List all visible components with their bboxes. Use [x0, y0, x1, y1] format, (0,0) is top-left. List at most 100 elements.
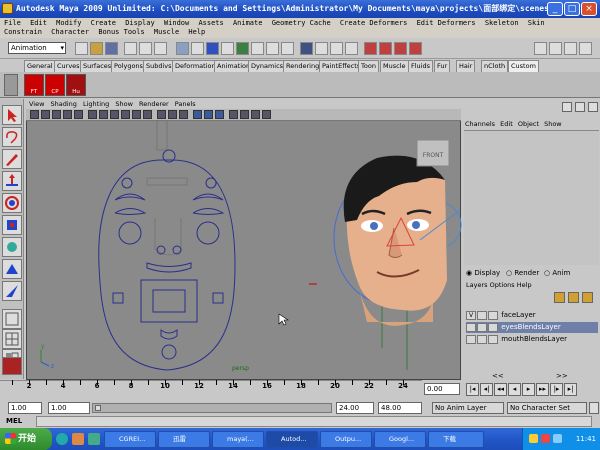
render-current-icon[interactable]	[379, 42, 392, 55]
select-tool-icon[interactable]	[2, 105, 22, 125]
quicklaunch-desktop-icon[interactable]	[88, 433, 100, 445]
play-forwards-icon[interactable]: ▸	[522, 383, 535, 396]
close-button[interactable]: ×	[581, 2, 597, 16]
layer-mode-display[interactable]: ◉ Display	[466, 268, 500, 278]
grid-icon[interactable]	[74, 110, 83, 119]
shelf-tab-muscle[interactable]: Muscle	[380, 60, 409, 72]
task-google[interactable]: Googl...	[374, 431, 426, 448]
shelf-button-cp[interactable]: CP	[45, 74, 65, 96]
select-surface-icon[interactable]	[221, 42, 234, 55]
layer-scroll-right-icon[interactable]: >>	[556, 372, 568, 380]
layer-visibility[interactable]	[466, 322, 476, 332]
new-layer-selected-icon[interactable]	[568, 292, 579, 303]
shadows-icon[interactable]	[215, 110, 224, 119]
new-layer-icon[interactable]	[554, 292, 565, 303]
select-curve-icon[interactable]	[206, 42, 219, 55]
shelf-tab-fluids[interactable]: Fluids	[408, 60, 433, 72]
shelf-tab-curves[interactable]: Curves	[54, 60, 83, 72]
layer-color[interactable]	[488, 322, 498, 332]
soft-mod-tool-icon[interactable]	[2, 281, 22, 301]
menu-display[interactable]: Display	[125, 19, 155, 28]
shelf-tab-toon[interactable]: Toon	[358, 60, 379, 72]
menu-skeleton[interactable]: Skeleton	[485, 19, 519, 28]
xray-icon[interactable]	[251, 110, 260, 119]
layer-row[interactable]: eyesBlendsLayer	[466, 322, 598, 333]
channel-menu-edit[interactable]: Edit	[500, 120, 513, 128]
layer-mode-anim[interactable]: ○ Anim	[544, 268, 570, 278]
layer-options-icon[interactable]	[582, 292, 593, 303]
menu-geometry-cache[interactable]: Geometry Cache	[272, 19, 331, 28]
end-time-field[interactable]: 48.00	[378, 402, 422, 414]
panel-toggle-icon[interactable]	[575, 102, 585, 112]
shelf-tab-surfaces[interactable]: Surfaces	[80, 60, 115, 72]
lasso-tool-icon[interactable]	[2, 127, 22, 147]
step-back-key-icon[interactable]: ◂◂	[494, 383, 507, 396]
bookmarks-icon[interactable]	[52, 110, 61, 119]
shelf-tab-ncloth[interactable]: nCloth	[481, 60, 509, 72]
channel-menu-object[interactable]: Object	[518, 120, 539, 128]
gate-mask-icon[interactable]	[110, 110, 119, 119]
select-deformation-icon[interactable]	[236, 42, 249, 55]
layout-four-icon[interactable]	[2, 329, 22, 349]
tray-antivirus-icon[interactable]	[541, 434, 550, 443]
select-rendering-icon[interactable]	[266, 42, 279, 55]
shelf-tab-custom[interactable]: Custom	[508, 60, 539, 72]
layer-scroll-left-icon[interactable]: <<	[492, 372, 504, 380]
minimize-button[interactable]: _	[547, 2, 563, 16]
module-selector[interactable]: Animation ▾	[8, 42, 66, 54]
manipulator-tool-icon[interactable]	[2, 237, 22, 257]
shelf-tab-deformation[interactable]: Deformation	[172, 60, 219, 72]
shelf-menu-icon[interactable]	[4, 74, 18, 96]
command-line-input[interactable]	[36, 416, 592, 427]
toggle-channel-box-icon[interactable]	[564, 42, 577, 55]
select-camera-icon[interactable]	[30, 110, 39, 119]
isolate-select-icon[interactable]	[240, 110, 249, 119]
layer-type[interactable]	[477, 334, 487, 344]
layer-row[interactable]: V faceLayer	[466, 310, 598, 321]
menu-skin[interactable]: Skin	[528, 19, 545, 28]
select-object-icon[interactable]	[139, 42, 152, 55]
playback-end-field[interactable]: 24.00	[336, 402, 374, 414]
select-misc-icon[interactable]	[281, 42, 294, 55]
menu-constrain[interactable]: Constrain	[4, 28, 42, 37]
snap-point-icon[interactable]	[330, 42, 343, 55]
shelf-tab-dynamics[interactable]: Dynamics	[248, 60, 287, 72]
select-handle-icon[interactable]	[176, 42, 189, 55]
shelf-button-hu[interactable]: Hu	[66, 74, 86, 96]
layer-menu-help[interactable]: Help	[517, 281, 532, 289]
panel-menu-show[interactable]: Show	[115, 100, 133, 108]
camera-attributes-icon[interactable]	[41, 110, 50, 119]
channel-menu-channels[interactable]: Channels	[465, 120, 495, 128]
menu-animate[interactable]: Animate	[233, 19, 263, 28]
task-download[interactable]: 下载	[428, 431, 484, 448]
animation-preferences-icon[interactable]	[589, 402, 599, 414]
open-scene-icon[interactable]	[90, 42, 103, 55]
character-set-dropdown[interactable]: No Character Set	[507, 402, 587, 414]
select-component-icon[interactable]	[154, 42, 167, 55]
shelf-tab-hair[interactable]: Hair	[456, 60, 476, 72]
menu-create[interactable]: Create	[91, 19, 116, 28]
toggle-attribute-editor-icon[interactable]	[534, 42, 547, 55]
start-time-field[interactable]: 1.00	[8, 402, 42, 414]
menu-modify[interactable]: Modify	[56, 19, 81, 28]
render-settings-icon[interactable]	[409, 42, 422, 55]
use-all-lights-icon[interactable]	[204, 110, 213, 119]
playback-start-field[interactable]: 1.00	[48, 402, 90, 414]
step-forward-icon[interactable]: |▸	[550, 383, 563, 396]
field-chart-icon[interactable]	[121, 110, 130, 119]
menu-bonus-tools[interactable]: Bonus Tools	[98, 28, 144, 37]
layer-color[interactable]	[488, 310, 498, 320]
layer-type[interactable]	[477, 322, 487, 332]
film-gate-icon[interactable]	[88, 110, 97, 119]
panel-close-icon[interactable]	[588, 102, 598, 112]
shelf-tab-polygons[interactable]: Polygons	[111, 60, 146, 72]
layer-row[interactable]: mouthBlendsLayer	[466, 334, 598, 345]
safe-title-icon[interactable]	[143, 110, 152, 119]
toggle-tool-settings-icon[interactable]	[549, 42, 562, 55]
shelf-tab-painteffects[interactable]: PaintEffects	[319, 60, 364, 72]
quicklaunch-ie-icon[interactable]	[56, 433, 68, 445]
anim-layer-dropdown[interactable]: No Anim Layer	[432, 402, 504, 414]
shelf-tab-subdivs[interactable]: Subdivs	[143, 60, 175, 72]
layout-single-icon[interactable]	[2, 309, 22, 329]
step-forward-key-icon[interactable]: ▸▸	[536, 383, 549, 396]
